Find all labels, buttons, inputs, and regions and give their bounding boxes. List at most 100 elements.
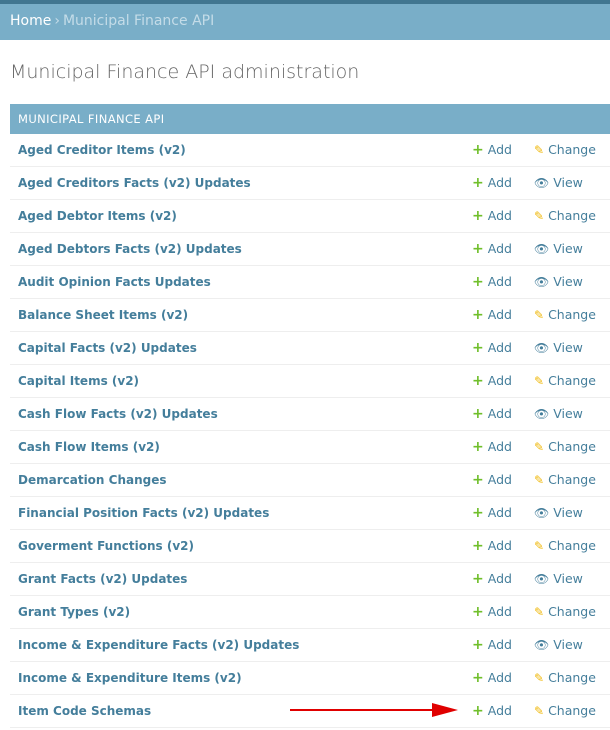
model-row: Balance Sheet Items (v2) + Add ✎ Change <box>10 299 610 332</box>
change-link[interactable]: ✎ Change <box>534 670 596 685</box>
model-link[interactable]: Cash Flow Items (v2) <box>18 440 160 454</box>
pencil-icon: ✎ <box>534 605 545 619</box>
model-link[interactable]: Income & Expenditure Facts (v2) Updates <box>18 638 299 652</box>
app-module: MUNICIPAL FINANCE API Aged Creditor Item… <box>10 104 610 728</box>
change-link-label: Change <box>548 208 596 223</box>
plus-icon: + <box>472 241 484 257</box>
plus-icon: + <box>472 439 484 455</box>
plus-icon: + <box>472 505 484 521</box>
add-link[interactable]: + Add <box>472 406 512 422</box>
change-link-label: Change <box>548 373 596 388</box>
change-link[interactable]: ✎ Change <box>534 307 596 322</box>
change-link[interactable]: ✎ Change <box>534 703 596 718</box>
add-link[interactable]: + Add <box>472 373 512 389</box>
add-link[interactable]: + Add <box>472 208 512 224</box>
eye-icon: 👁 <box>534 572 550 586</box>
plus-icon: + <box>472 472 484 488</box>
model-link[interactable]: Capital Facts (v2) Updates <box>18 341 197 355</box>
view-link-label: View <box>553 241 583 256</box>
plus-icon: + <box>472 604 484 620</box>
change-link[interactable]: ✎ Change <box>534 142 596 157</box>
eye-icon: 👁 <box>534 506 550 520</box>
module-caption[interactable]: MUNICIPAL FINANCE API <box>10 104 610 134</box>
model-link[interactable]: Item Code Schemas <box>18 704 151 718</box>
breadcrumb-home-link[interactable]: Home <box>10 13 51 29</box>
view-link-label: View <box>553 571 583 586</box>
plus-icon: + <box>472 208 484 224</box>
add-link[interactable]: + Add <box>472 637 512 653</box>
add-link-label: Add <box>487 175 512 190</box>
view-link[interactable]: 👁 View <box>534 241 583 256</box>
view-link[interactable]: 👁 View <box>534 637 583 652</box>
pencil-icon: ✎ <box>534 143 545 157</box>
view-link-label: View <box>553 505 583 520</box>
plus-icon: + <box>472 637 484 653</box>
add-link[interactable]: + Add <box>472 505 512 521</box>
add-link-label: Add <box>487 604 512 619</box>
add-link[interactable]: + Add <box>472 670 512 686</box>
model-row: Aged Debtor Items (v2) + Add ✎ Change <box>10 200 610 233</box>
model-link[interactable]: Aged Debtors Facts (v2) Updates <box>18 242 242 256</box>
arrow-head <box>432 703 458 717</box>
model-link[interactable]: Aged Creditors Facts (v2) Updates <box>18 176 251 190</box>
view-link-label: View <box>553 274 583 289</box>
plus-icon: + <box>472 406 484 422</box>
model-link[interactable]: Aged Debtor Items (v2) <box>18 209 177 223</box>
model-list: Aged Creditor Items (v2) + Add ✎ Change Aged … <box>10 134 610 728</box>
view-link[interactable]: 👁 View <box>534 505 583 520</box>
pencil-icon: ✎ <box>534 440 545 454</box>
model-link[interactable]: Audit Opinion Facts Updates <box>18 275 211 289</box>
breadcrumb: Home › Municipal Finance API <box>0 0 610 40</box>
view-link[interactable]: 👁 View <box>534 340 583 355</box>
change-link[interactable]: ✎ Change <box>534 472 596 487</box>
change-link[interactable]: ✎ Change <box>534 208 596 223</box>
change-link-label: Change <box>548 604 596 619</box>
add-link[interactable]: + Add <box>472 340 512 356</box>
add-link[interactable]: + Add <box>472 538 512 554</box>
model-link[interactable]: Goverment Functions (v2) <box>18 539 194 553</box>
add-link[interactable]: + Add <box>472 175 512 191</box>
add-link[interactable]: + Add <box>472 472 512 488</box>
model-link[interactable]: Balance Sheet Items (v2) <box>18 308 188 322</box>
model-row: Grant Types (v2) + Add ✎ Change <box>10 596 610 629</box>
change-link[interactable]: ✎ Change <box>534 538 596 553</box>
add-link[interactable]: + Add <box>472 142 512 158</box>
eye-icon: 👁 <box>534 242 550 256</box>
view-link[interactable]: 👁 View <box>534 571 583 586</box>
model-link[interactable]: Capital Items (v2) <box>18 374 139 388</box>
model-link[interactable]: Demarcation Changes <box>18 473 167 487</box>
change-link[interactable]: ✎ Change <box>534 604 596 619</box>
page-title: Municipal Finance API administration <box>10 61 360 83</box>
model-link[interactable]: Financial Position Facts (v2) Updates <box>18 506 269 520</box>
add-link[interactable]: + Add <box>472 307 512 323</box>
pencil-icon: ✎ <box>534 308 545 322</box>
add-link[interactable]: + Add <box>472 241 512 257</box>
breadcrumb-current: Municipal Finance API <box>62 13 215 29</box>
model-link[interactable]: Grant Facts (v2) Updates <box>18 572 187 586</box>
breadcrumb-separator: › <box>54 13 60 29</box>
view-link[interactable]: 👁 View <box>534 274 583 289</box>
eye-icon: 👁 <box>534 638 550 652</box>
add-link-label: Add <box>487 208 512 223</box>
model-link[interactable]: Cash Flow Facts (v2) Updates <box>18 407 218 421</box>
model-row: Cash Flow Facts (v2) Updates + Add 👁 View <box>10 398 610 431</box>
change-link[interactable]: ✎ Change <box>534 373 596 388</box>
change-link-label: Change <box>548 703 596 718</box>
pencil-icon: ✎ <box>534 704 545 718</box>
view-link[interactable]: 👁 View <box>534 175 583 190</box>
pencil-icon: ✎ <box>534 473 545 487</box>
model-link[interactable]: Grant Types (v2) <box>18 605 130 619</box>
plus-icon: + <box>472 571 484 587</box>
add-link[interactable]: + Add <box>472 274 512 290</box>
change-link[interactable]: ✎ Change <box>534 439 596 454</box>
add-link[interactable]: + Add <box>472 703 512 719</box>
pencil-icon: ✎ <box>534 671 545 685</box>
add-link[interactable]: + Add <box>472 571 512 587</box>
model-link[interactable]: Aged Creditor Items (v2) <box>18 143 186 157</box>
view-link[interactable]: 👁 View <box>534 406 583 421</box>
add-link[interactable]: + Add <box>472 439 512 455</box>
add-link[interactable]: + Add <box>472 604 512 620</box>
model-link[interactable]: Income & Expenditure Items (v2) <box>18 671 242 685</box>
add-link-label: Add <box>487 307 512 322</box>
change-link-label: Change <box>548 307 596 322</box>
